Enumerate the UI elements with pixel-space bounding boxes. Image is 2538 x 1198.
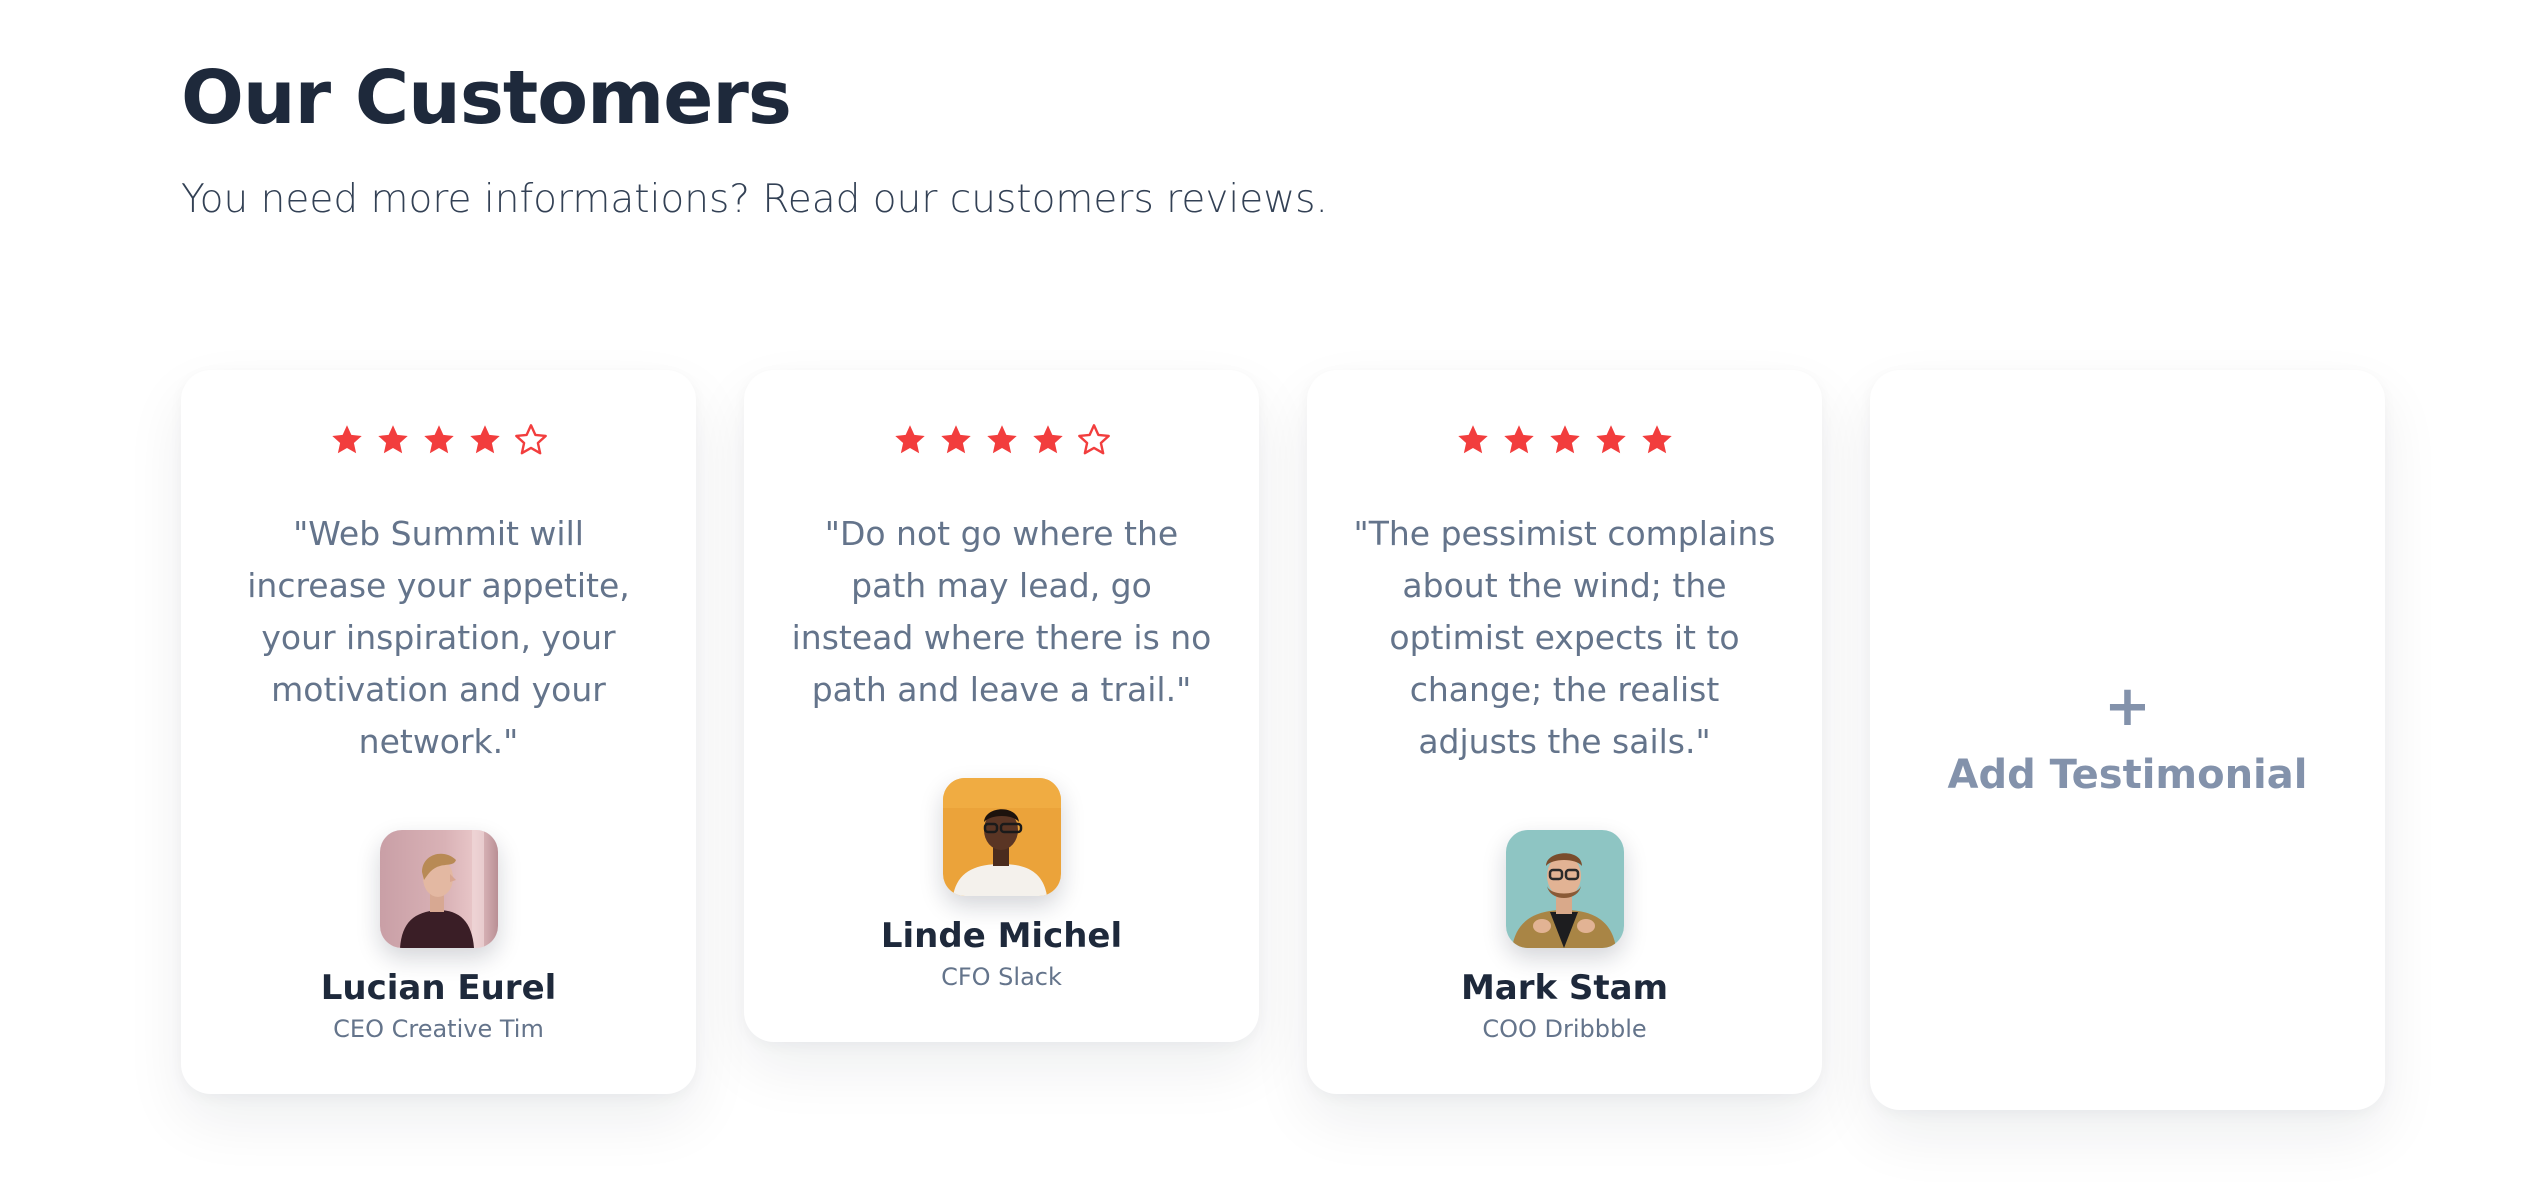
page-subtitle: You need more informations? Read our cus… bbox=[181, 177, 1328, 222]
customer-role: CEO Creative Tim bbox=[333, 1015, 544, 1043]
star-filled-icon bbox=[938, 422, 974, 462]
star-outline-icon bbox=[1076, 422, 1112, 462]
testimonial-card: "The pessimist complains about the wind;… bbox=[1307, 370, 1822, 1094]
portrait-image bbox=[1505, 830, 1624, 948]
testimonial-quote: "Web Summit will increase your appetite,… bbox=[247, 514, 630, 761]
testimonial-card: "Do not go where the path may lead, go i… bbox=[744, 370, 1259, 1042]
add-testimonial-button[interactable]: + Add Testimonial bbox=[1870, 370, 2385, 1110]
avatar bbox=[1505, 830, 1624, 948]
star-rating bbox=[788, 422, 1215, 462]
star-filled-icon bbox=[1501, 422, 1537, 462]
star-outline-icon bbox=[513, 422, 549, 462]
testimonial-quote: "The pessimist complains about the wind;… bbox=[1353, 514, 1776, 761]
page: Our Customers You need more informations… bbox=[0, 0, 2538, 1198]
star-filled-icon bbox=[984, 422, 1020, 462]
star-filled-icon bbox=[1455, 422, 1491, 462]
star-filled-icon bbox=[892, 422, 928, 462]
star-rating bbox=[1351, 422, 1778, 462]
star-filled-icon bbox=[1639, 422, 1675, 462]
star-rating bbox=[225, 422, 652, 462]
portrait-image bbox=[379, 830, 498, 948]
portrait-image bbox=[942, 778, 1061, 896]
customer-role: COO Dribbble bbox=[1482, 1015, 1647, 1043]
add-testimonial-label: Add Testimonial bbox=[1947, 752, 2308, 798]
customer-name: Linde Michel bbox=[880, 916, 1123, 956]
star-filled-icon bbox=[1547, 422, 1583, 462]
testimonial-card: "Web Summit will increase your appetite,… bbox=[181, 370, 696, 1094]
star-filled-icon bbox=[329, 422, 365, 462]
avatar bbox=[379, 830, 498, 948]
star-filled-icon bbox=[1030, 422, 1066, 462]
testimonial-list: "Web Summit will increase your appetite,… bbox=[181, 370, 2385, 1110]
star-filled-icon bbox=[421, 422, 457, 462]
star-filled-icon bbox=[467, 422, 503, 462]
customer-role: CFO Slack bbox=[941, 963, 1062, 991]
customer-name: Mark Stam bbox=[1460, 968, 1669, 1008]
testimonial-quote: "Do not go where the path may lead, go i… bbox=[791, 514, 1212, 709]
avatar bbox=[942, 778, 1061, 896]
plus-icon: + bbox=[2104, 674, 2151, 739]
page-title: Our Customers bbox=[181, 55, 792, 141]
customer-name: Lucian Eurel bbox=[320, 968, 557, 1008]
star-filled-icon bbox=[375, 422, 411, 462]
star-filled-icon bbox=[1593, 422, 1629, 462]
